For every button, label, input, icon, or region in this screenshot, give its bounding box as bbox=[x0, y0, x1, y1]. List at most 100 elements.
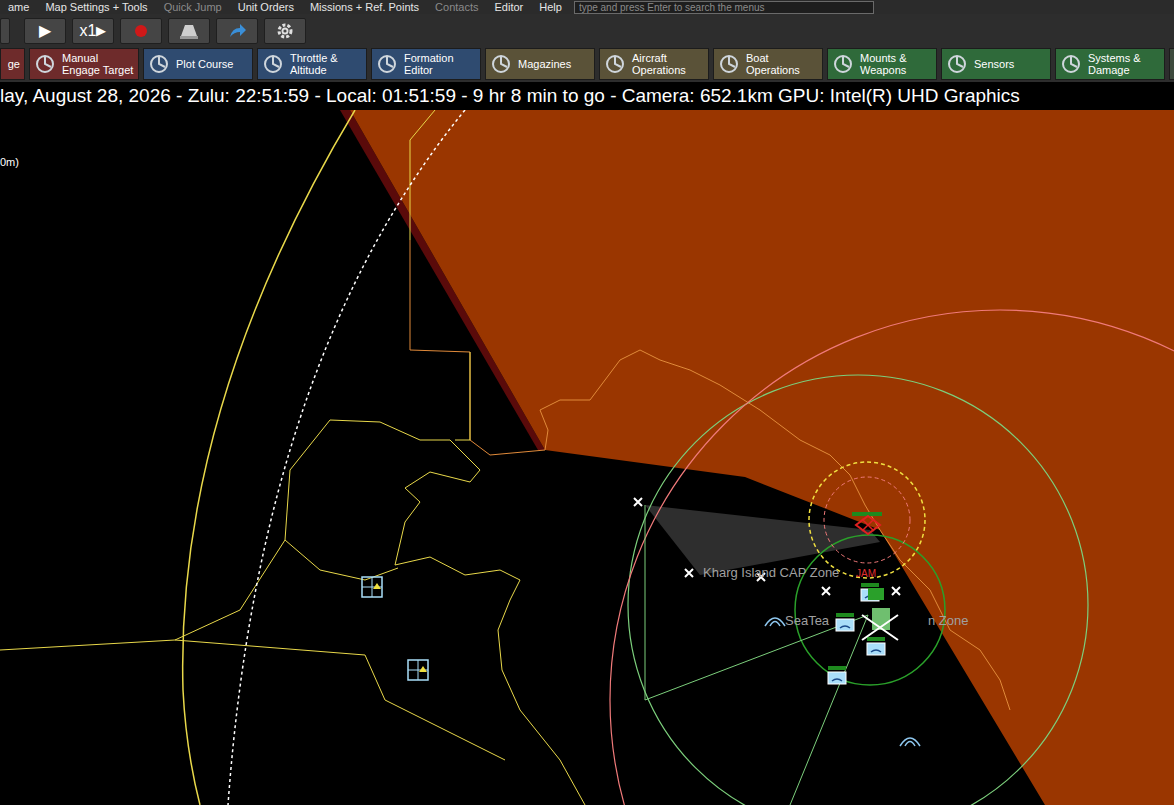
toolbar: ▶x1▶ bbox=[0, 14, 1174, 46]
ribbon-label: ge bbox=[8, 58, 20, 70]
menu-item[interactable]: ame bbox=[0, 1, 37, 13]
ribbon-label-line: Magazines bbox=[518, 58, 571, 70]
arrow-icon bbox=[225, 22, 249, 40]
ribbon-label-line: Editor bbox=[404, 64, 454, 76]
range-ring bbox=[183, 110, 355, 805]
speed-arrow: ▶ bbox=[96, 21, 106, 41]
gear-button[interactable] bbox=[264, 18, 306, 44]
command-ribbon: ge ManualEngage Target Plot Course Throttle… bbox=[0, 46, 1174, 82]
coastline bbox=[290, 420, 585, 805]
ribbon-label: Plot Course bbox=[176, 58, 233, 70]
ribbon-button[interactable]: Plot Course bbox=[143, 48, 253, 80]
ribbon-label-line: Plot Course bbox=[176, 58, 233, 70]
ribbon-label-line: Altitude bbox=[290, 64, 338, 76]
record-button[interactable] bbox=[120, 18, 162, 44]
ribbon-icon bbox=[832, 53, 854, 75]
play-button[interactable]: ▶ bbox=[24, 18, 66, 44]
map-label: JAM bbox=[856, 568, 876, 579]
tactical-map[interactable]: 0m) Kharg Island CAP Zone JAM SeaTea n Zone bbox=[0, 110, 1174, 805]
airbase-icon bbox=[408, 660, 428, 680]
unit-cluster-icon bbox=[862, 588, 898, 640]
ribbon-label: Systems &Damage bbox=[1088, 52, 1141, 76]
status-line: lay, August 28, 2026 - Zulu: 22:51:59 - … bbox=[0, 82, 1174, 110]
enemy-unit-icon bbox=[852, 512, 882, 534]
border-line bbox=[0, 640, 505, 760]
ribbon-icon bbox=[1060, 53, 1082, 75]
ribbon-label-line: ge bbox=[8, 58, 20, 70]
ribbon-button[interactable]: Mounts &Weapons bbox=[827, 48, 937, 80]
ribbon-button[interactable]: Systems &Damage bbox=[1055, 48, 1165, 80]
ribbon-button[interactable]: FormationEditor bbox=[371, 48, 481, 80]
ribbon-button[interactable]: Throttle &Altitude bbox=[257, 48, 367, 80]
map-label: Kharg Island CAP Zone bbox=[703, 565, 839, 580]
sea-contact-icon bbox=[765, 618, 785, 626]
ribbon-label: BoatOperations bbox=[746, 52, 800, 76]
threat-ring bbox=[824, 477, 910, 563]
ribbon-button[interactable]: ManualEngage Target bbox=[29, 48, 139, 80]
sensor-ring bbox=[628, 375, 1088, 805]
menu-search[interactable] bbox=[574, 1, 874, 14]
border-line bbox=[410, 110, 435, 240]
ribbon-label: FormationEditor bbox=[404, 52, 454, 76]
arrow-button[interactable] bbox=[216, 18, 258, 44]
ribbon-button[interactable] bbox=[1169, 48, 1174, 80]
runway-button[interactable] bbox=[168, 18, 210, 44]
menu-item[interactable]: Editor bbox=[487, 1, 532, 13]
menu-item: Quick Jump bbox=[156, 1, 230, 13]
menu-item[interactable]: Map Settings + Tools bbox=[37, 1, 155, 13]
map-label: n Zone bbox=[928, 613, 968, 628]
border-line bbox=[175, 540, 285, 640]
defense-ring bbox=[795, 535, 945, 685]
ribbon-button[interactable]: AircraftOperations bbox=[599, 48, 709, 80]
menu-item[interactable]: Unit Orders bbox=[230, 1, 302, 13]
ribbon-label-line: Boat bbox=[746, 52, 800, 64]
airbase-icon bbox=[362, 577, 382, 597]
ribbon-label-line: Manual bbox=[62, 52, 133, 64]
ribbon-label: AircraftOperations bbox=[632, 52, 686, 76]
ribbon-label-line: Engage Target bbox=[62, 64, 133, 76]
ribbon-label-line: Damage bbox=[1088, 64, 1141, 76]
range-ring bbox=[228, 110, 465, 805]
record-icon bbox=[129, 22, 153, 40]
menu-item[interactable]: Help bbox=[531, 1, 570, 13]
ribbon-label-line: Throttle & bbox=[290, 52, 338, 64]
friendly-ship-icon bbox=[867, 637, 885, 655]
sea-contact-icon bbox=[900, 738, 920, 746]
ribbon-label: ManualEngage Target bbox=[62, 52, 133, 76]
ribbon-icon bbox=[34, 53, 56, 75]
speed-label: x1 bbox=[80, 19, 97, 43]
friendly-ship-icon bbox=[836, 613, 854, 631]
border-line bbox=[285, 470, 398, 580]
toolbar-button[interactable] bbox=[0, 18, 10, 44]
scale-label: 0m) bbox=[0, 156, 19, 168]
border-line bbox=[455, 352, 470, 440]
speed-button[interactable]: x1▶ bbox=[72, 18, 114, 44]
ribbon-icon bbox=[946, 53, 968, 75]
menu-item[interactable]: Missions + Ref. Points bbox=[302, 1, 427, 13]
ribbon-label: Throttle &Altitude bbox=[290, 52, 338, 76]
threat-ring bbox=[809, 462, 925, 578]
reference-point-icon bbox=[822, 587, 830, 595]
ribbon-label-line: Aircraft bbox=[632, 52, 686, 64]
ribbon-icon bbox=[490, 53, 512, 75]
map-canvas[interactable]: 0m) Kharg Island CAP Zone JAM SeaTea n Zone bbox=[0, 110, 1174, 805]
ribbon-button[interactable]: Magazines bbox=[485, 48, 595, 80]
reference-point-icon bbox=[892, 587, 900, 595]
border-line bbox=[410, 240, 545, 455]
ribbon-button[interactable]: Sensors bbox=[941, 48, 1051, 80]
reference-point-icon bbox=[634, 498, 642, 506]
ribbon-label-line: Systems & bbox=[1088, 52, 1141, 64]
ribbon-icon bbox=[148, 53, 170, 75]
ribbon-label-line: Mounts & bbox=[860, 52, 906, 64]
ribbon-label: Sensors bbox=[974, 58, 1014, 70]
ribbon-button[interactable]: BoatOperations bbox=[713, 48, 823, 80]
gear-icon bbox=[273, 22, 297, 40]
map-label: SeaTea bbox=[785, 613, 830, 628]
ribbon-icon bbox=[376, 53, 398, 75]
friendly-ship-icon bbox=[828, 666, 846, 684]
ribbon-button[interactable]: ge bbox=[0, 48, 25, 80]
menu-item: Contacts bbox=[427, 1, 486, 13]
weapon-ring bbox=[610, 310, 1174, 805]
menu-bar: ameMap Settings + ToolsQuick JumpUnit Or… bbox=[0, 0, 1174, 14]
ribbon-label-line: Weapons bbox=[860, 64, 906, 76]
